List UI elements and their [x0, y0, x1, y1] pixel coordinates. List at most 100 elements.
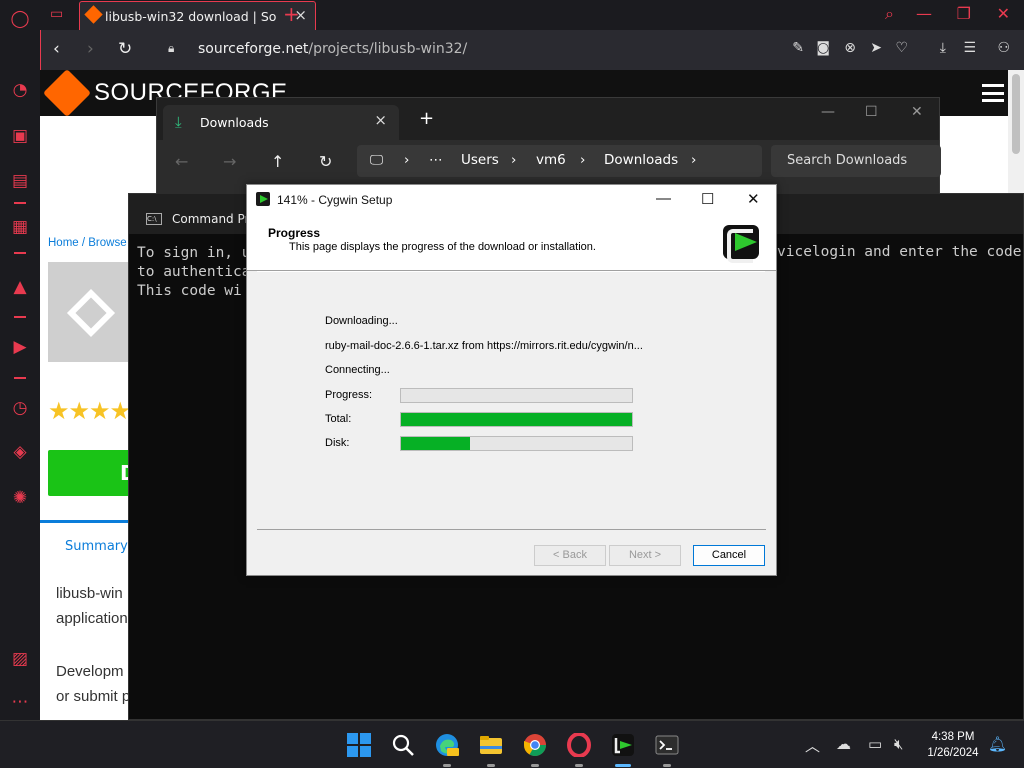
snapshot-camera-icon[interactable]: ◙: [816, 40, 830, 56]
heart-icon[interactable]: ♡: [895, 40, 908, 56]
restore-icon[interactable]: ❐: [957, 4, 971, 23]
address-bar: ‹ › ↻ 🔒︎ sourceforge.net/projects/libusb…: [40, 30, 1024, 70]
minimize-icon[interactable]: —: [821, 104, 835, 120]
lock-icon[interactable]: 🔒︎: [168, 41, 179, 55]
forward-icon[interactable]: ›: [87, 39, 94, 59]
crypto-wallet-icon[interactable]: ▦: [8, 215, 32, 239]
taskbar-clock[interactable]: 4:38 PM 1/26/2024: [921, 729, 985, 761]
opera-icon[interactable]: [567, 733, 591, 757]
back-button[interactable]: < Back: [534, 545, 606, 566]
send-icon[interactable]: ➤: [870, 40, 882, 56]
search-icon[interactable]: [391, 733, 415, 757]
settings-gear-icon[interactable]: ✺: [8, 486, 32, 510]
adblock-icon[interactable]: ⊗: [844, 40, 856, 56]
back-arrow-icon[interactable]: ←: [175, 152, 188, 171]
notification-bell-icon[interactable]: 🔔︎: [988, 735, 1007, 753]
footer-divider: [257, 529, 766, 530]
extensions-cube-icon[interactable]: ◈: [8, 440, 32, 464]
tab-libusb[interactable]: libusb-win32 download | So ×: [79, 1, 316, 30]
aria-icon[interactable]: ▲: [8, 275, 32, 299]
windows-taskbar: ︿ ☁ ▭ 🔇︎ 4:38 PM 1/26/2024 🔔︎: [0, 720, 1024, 768]
easy-setup-icon[interactable]: ✎: [792, 40, 804, 56]
sourceforge-favicon-icon: [84, 5, 103, 24]
speed-dial-icon[interactable]: ◔: [8, 78, 32, 102]
cygwin-setup-dialog[interactable]: 141% - Cygwin Setup — ☐ ✕ Progress This …: [246, 184, 777, 576]
shopping-bag-icon[interactable]: ▣: [8, 124, 32, 148]
network-icon[interactable]: ▭: [868, 735, 882, 753]
hamburger-menu-icon[interactable]: [982, 84, 1004, 102]
forward-arrow-icon[interactable]: →: [223, 152, 236, 171]
sourceforge-logo-icon[interactable]: [42, 68, 92, 118]
chrome-icon[interactable]: [523, 733, 547, 757]
close-window-icon[interactable]: ✕: [997, 4, 1010, 23]
refresh-icon[interactable]: ↻: [319, 152, 332, 171]
maximize-icon[interactable]: ☐: [865, 104, 878, 120]
chevron-right-icon: ›: [404, 152, 410, 168]
cygwin-app-icon: [256, 192, 270, 206]
back-icon[interactable]: ‹: [53, 39, 60, 59]
cygwin-window-title: 141% - Cygwin Setup: [277, 193, 393, 207]
explorer-search-input[interactable]: Search Downloads: [771, 145, 941, 177]
path-segment-downloads[interactable]: Downloads: [604, 152, 678, 168]
minimize-icon[interactable]: —: [656, 190, 671, 207]
gallery-icon[interactable]: ▨: [8, 647, 32, 671]
description-line: libusb-win: [56, 585, 123, 602]
file-explorer-icon[interactable]: [479, 733, 503, 757]
explorer-tab-close-icon[interactable]: ×: [374, 111, 387, 129]
chevron-right-icon: ›: [580, 152, 586, 168]
path-segment-vm6[interactable]: vm6: [536, 152, 566, 168]
cygwin-titlebar[interactable]: 141% - Cygwin Setup — ☐ ✕: [247, 185, 776, 215]
more-dots-icon[interactable]: ⋯: [8, 690, 32, 714]
edge-browser-icon[interactable]: [435, 733, 459, 757]
opera-sidebar: ◯ ◔ ▣ ▤ ▦ ▲ ▶ ◷ ◈ ✺ ▨ ⋯: [0, 0, 40, 720]
terminal-icon[interactable]: [655, 733, 679, 757]
download-button[interactable]: D: [48, 450, 138, 496]
breadcrumb[interactable]: Home / Browse: [48, 237, 127, 249]
start-windows-icon[interactable]: [347, 733, 371, 757]
search-placeholder: Search Downloads: [787, 153, 908, 168]
running-indicator: [487, 764, 495, 767]
chevron-right-icon: ›: [511, 152, 517, 168]
explorer-new-tab-button[interactable]: +: [419, 108, 434, 129]
scrollbar-thumb[interactable]: [1012, 74, 1020, 154]
volume-muted-icon[interactable]: 🔇︎: [894, 735, 903, 753]
maximize-icon[interactable]: ☐: [701, 190, 714, 208]
downloads-icon[interactable]: ⤓: [940, 40, 946, 56]
player-icon[interactable]: ▶: [8, 335, 32, 359]
explorer-tab-downloads[interactable]: ⤓ Downloads ×: [163, 105, 399, 140]
cancel-button[interactable]: Cancel: [693, 545, 765, 566]
close-icon[interactable]: ✕: [911, 104, 923, 120]
sidebar-divider: [14, 202, 26, 204]
onedrive-cloud-icon[interactable]: ☁: [836, 735, 851, 753]
tab-title: libusb-win32 download | So: [105, 9, 277, 24]
disk-bar: [400, 436, 633, 451]
description-line: or submit p: [56, 688, 131, 705]
workspace-icon[interactable]: ▭: [50, 6, 63, 22]
explorer-path-bar[interactable]: 🖵︎ › ⋯ Users › vm6 › Downloads ›: [357, 145, 762, 177]
progress-label: Progress:: [325, 389, 373, 401]
next-button[interactable]: Next >: [609, 545, 681, 566]
opera-logo-icon[interactable]: ◯: [8, 7, 32, 31]
reload-icon[interactable]: ↻: [118, 39, 132, 59]
twitch-icon[interactable]: ▤: [8, 169, 32, 193]
close-icon[interactable]: ✕: [747, 190, 760, 208]
sidebar-divider: [14, 377, 26, 379]
show-hidden-icons-chevron-icon[interactable]: ︿: [805, 735, 820, 756]
search-tabs-icon[interactable]: ⌕: [885, 4, 894, 24]
total-label: Total:: [325, 413, 352, 425]
path-segment-users[interactable]: Users: [461, 152, 499, 168]
this-pc-icon[interactable]: 🖵︎: [370, 152, 383, 168]
account-icon[interactable]: ⚇: [997, 40, 1010, 56]
history-icon[interactable]: ◷: [8, 396, 32, 420]
overflow-dots-icon[interactable]: ⋯: [429, 152, 443, 168]
minimize-icon[interactable]: —: [916, 4, 932, 23]
url-field[interactable]: sourceforge.net/projects/libusb-win32/: [198, 41, 467, 57]
up-arrow-icon[interactable]: ↑: [271, 152, 284, 171]
cygwin-taskbar-icon[interactable]: [611, 733, 635, 757]
running-indicator: [575, 764, 583, 767]
easy-setup-sliders-icon[interactable]: ☰: [963, 40, 976, 56]
tab-summary[interactable]: Summary: [40, 520, 130, 572]
file-explorer-window[interactable]: ⤓ Downloads × + — ☐ ✕ ← → ↑ ↻ 🖵︎ › ⋯ Use…: [156, 97, 941, 194]
cmd-output-left: To sign in, u to authentica This code wi: [137, 245, 251, 299]
new-tab-button[interactable]: +: [283, 2, 300, 26]
